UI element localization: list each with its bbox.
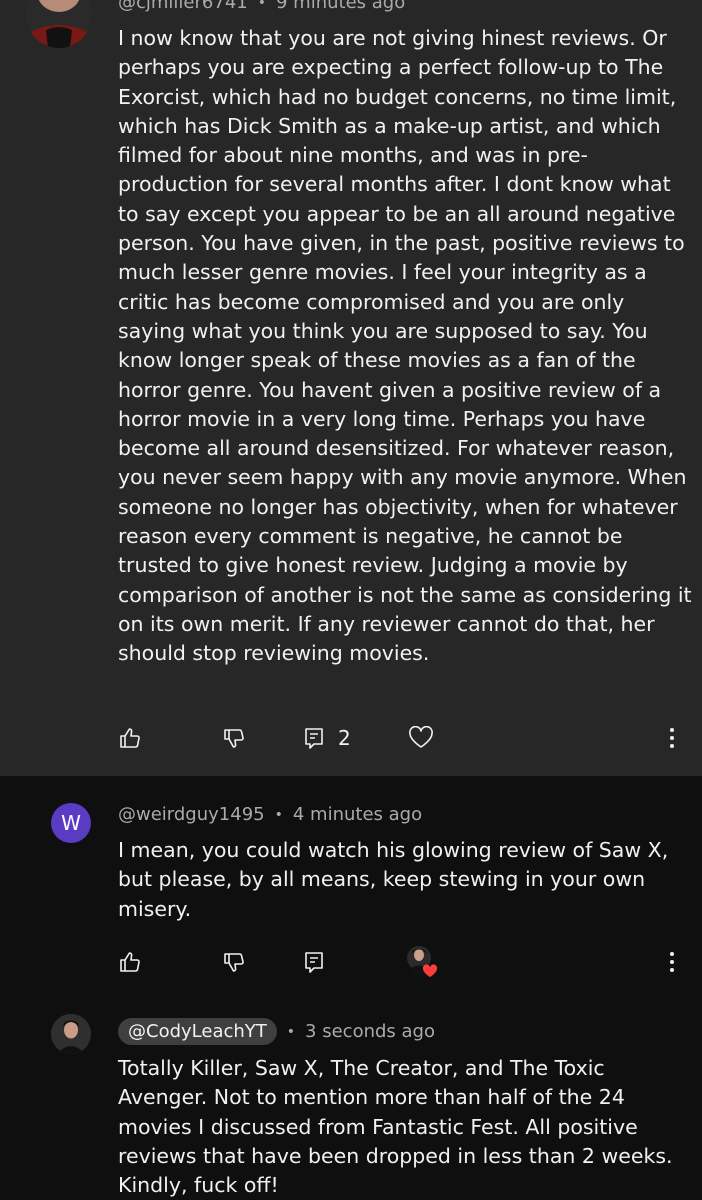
creator-avatar-icon — [407, 946, 438, 977]
user-avatar[interactable]: W — [51, 803, 91, 843]
more-vertical-icon — [670, 952, 674, 972]
creator-heart-badge[interactable] — [406, 942, 440, 982]
comment-actions — [0, 942, 702, 982]
comment-reply-icon — [305, 728, 323, 749]
comment-meta: @cjmiller6741 • 9 minutes ago — [118, 0, 405, 13]
comment-item: W @weirdguy1495 • 4 minutes ago I mean, … — [0, 776, 702, 1002]
more-options-button[interactable] — [664, 942, 680, 982]
dislike-button[interactable] — [222, 718, 246, 758]
comment-time: 3 seconds ago — [305, 1021, 435, 1042]
heart-icon — [409, 726, 433, 748]
comment-meta: @CodyLeachYT • 3 seconds ago — [118, 1018, 435, 1045]
more-options-button[interactable] — [664, 718, 680, 758]
heart-icon — [422, 964, 438, 977]
thumbs-up-icon — [120, 952, 140, 972]
reply-button[interactable] — [302, 942, 326, 982]
comment-author[interactable]: @weirdguy1495 — [118, 804, 265, 825]
comment-author[interactable]: @cjmiller6741 — [118, 0, 248, 13]
like-button[interactable] — [118, 718, 142, 758]
thumbs-down-icon — [224, 953, 244, 972]
more-vertical-icon — [670, 728, 674, 748]
comment-time: 9 minutes ago — [275, 0, 406, 13]
reply-count: 2 — [338, 726, 351, 750]
comment-meta: @weirdguy1495 • 4 minutes ago — [118, 804, 423, 825]
creator-handle-chip[interactable]: @CodyLeachYT — [118, 1018, 277, 1045]
comment-text: Totally Killer, Saw X, The Creator, and … — [118, 1056, 673, 1198]
comment-item: @cjmiller6741 • 9 minutes ago I now know… — [0, 0, 702, 776]
comment-reply-icon — [305, 952, 323, 973]
reply-button[interactable]: 2 — [302, 718, 351, 758]
comment-item: @CodyLeachYT • 3 seconds ago Totally Kil… — [0, 1002, 702, 1200]
thumbs-up-icon — [120, 728, 140, 748]
comment-text: I now know that you are not giving hines… — [118, 26, 692, 666]
like-button[interactable] — [118, 942, 142, 982]
comment-time: 4 minutes ago — [292, 804, 423, 825]
creator-avatar[interactable] — [51, 1014, 91, 1054]
thumbs-down-icon — [224, 729, 244, 748]
comment-actions: 2 — [0, 718, 702, 758]
comment-text: I mean, you could watch his glowing revi… — [118, 838, 669, 921]
heart-button[interactable] — [408, 718, 434, 758]
user-avatar[interactable] — [26, 0, 92, 48]
dislike-button[interactable] — [222, 942, 246, 982]
avatar-letter: W — [61, 811, 81, 835]
